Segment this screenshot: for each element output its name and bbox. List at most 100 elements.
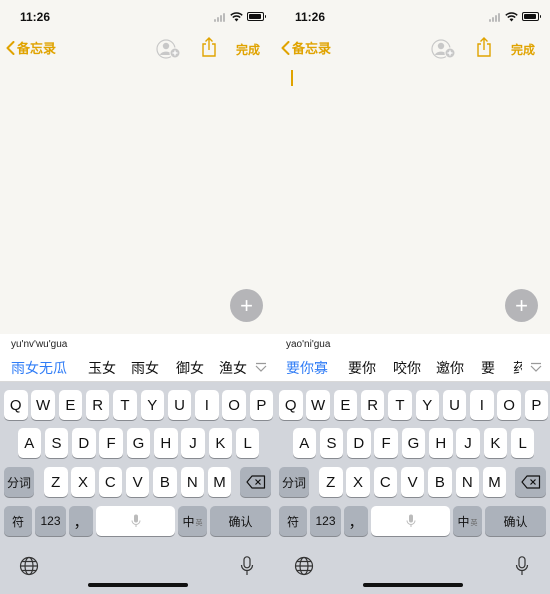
key-v[interactable]: V xyxy=(125,467,150,497)
key-j[interactable]: J xyxy=(456,428,480,458)
dictation-icon[interactable] xyxy=(240,556,254,576)
key-o[interactable]: O xyxy=(222,390,246,420)
key-n[interactable]: N xyxy=(180,467,204,497)
key-i[interactable]: I xyxy=(470,390,494,420)
candidate-item[interactable]: 渔女 xyxy=(219,358,247,378)
microphone-icon xyxy=(131,514,140,527)
key-v[interactable]: V xyxy=(400,467,425,497)
en-label: 英 xyxy=(195,520,203,527)
key-i[interactable]: I xyxy=(195,390,219,420)
key-t[interactable]: T xyxy=(388,390,412,420)
key-a[interactable]: A xyxy=(292,428,316,458)
candidate-item[interactable]: 御女 xyxy=(176,358,204,378)
back-button[interactable]: 备忘录 xyxy=(6,38,56,57)
language-switch-key[interactable]: 中英 xyxy=(453,506,482,536)
candidate-item[interactable]: 雨女无瓜 xyxy=(11,358,67,378)
key-f[interactable]: F xyxy=(99,428,123,458)
key-f[interactable]: F xyxy=(374,428,398,458)
status-time: 11:26 xyxy=(20,10,51,24)
key-z[interactable]: Z xyxy=(319,467,343,497)
language-switch-key[interactable]: 中英 xyxy=(178,506,207,536)
key-x[interactable]: X xyxy=(346,467,370,497)
key-c[interactable]: C xyxy=(98,467,123,497)
space-key[interactable] xyxy=(371,506,450,536)
key-o[interactable]: O xyxy=(497,390,521,420)
key-x[interactable]: X xyxy=(71,467,95,497)
key-d[interactable]: D xyxy=(347,428,371,458)
key-w[interactable]: W xyxy=(306,390,330,420)
backspace-key[interactable] xyxy=(515,467,546,497)
add-people-icon[interactable] xyxy=(156,38,182,60)
key-t[interactable]: T xyxy=(113,390,137,420)
key-n[interactable]: N xyxy=(455,467,479,497)
punctuation-key[interactable]: ， xyxy=(69,506,93,536)
candidate-item[interactable]: 玉女 xyxy=(88,358,116,378)
key-s[interactable]: S xyxy=(319,428,344,458)
key-b[interactable]: B xyxy=(153,467,177,497)
backspace-key[interactable] xyxy=(240,467,271,497)
space-key[interactable] xyxy=(96,506,175,536)
globe-icon[interactable] xyxy=(19,556,39,576)
key-g[interactable]: G xyxy=(126,428,151,458)
backspace-icon xyxy=(520,475,540,489)
wifi-icon xyxy=(505,12,518,22)
key-l[interactable]: L xyxy=(235,428,260,458)
symbols-key[interactable]: 符 xyxy=(279,506,307,536)
key-m[interactable]: M xyxy=(207,467,232,497)
candidate-item[interactable]: 邀你 xyxy=(436,358,464,378)
key-l[interactable]: L xyxy=(510,428,535,458)
key-w[interactable]: W xyxy=(31,390,55,420)
key-k[interactable]: K xyxy=(483,428,508,458)
numbers-key[interactable]: 123 xyxy=(310,506,341,536)
key-u[interactable]: U xyxy=(442,390,467,420)
candidate-item[interactable]: 要你寡 xyxy=(286,358,328,378)
key-u[interactable]: U xyxy=(167,390,192,420)
fenci-key[interactable]: 分词 xyxy=(4,467,34,497)
punctuation-key[interactable]: ， xyxy=(344,506,368,536)
candidate-item[interactable]: 咬你 xyxy=(393,358,421,378)
done-button[interactable]: 完成 xyxy=(236,41,260,58)
key-z[interactable]: Z xyxy=(44,467,68,497)
expand-candidates-button[interactable] xyxy=(247,352,275,381)
candidate-item[interactable]: 要 xyxy=(481,358,495,378)
add-button[interactable]: + xyxy=(505,289,538,322)
key-y[interactable]: Y xyxy=(415,390,439,420)
candidate-item[interactable]: 雨女 xyxy=(131,358,159,378)
key-m[interactable]: M xyxy=(482,467,507,497)
key-j[interactable]: J xyxy=(181,428,205,458)
key-d[interactable]: D xyxy=(72,428,96,458)
key-a[interactable]: A xyxy=(17,428,41,458)
expand-candidates-button[interactable] xyxy=(522,352,550,381)
key-y[interactable]: Y xyxy=(140,390,164,420)
done-button[interactable]: 完成 xyxy=(511,41,535,58)
key-q[interactable]: Q xyxy=(279,390,303,420)
share-icon[interactable] xyxy=(200,36,218,58)
key-h[interactable]: H xyxy=(429,428,453,458)
globe-icon[interactable] xyxy=(294,556,314,576)
key-c[interactable]: C xyxy=(373,467,398,497)
add-people-icon[interactable] xyxy=(431,38,457,60)
key-g[interactable]: G xyxy=(401,428,426,458)
key-s[interactable]: S xyxy=(44,428,69,458)
key-p[interactable]: P xyxy=(249,390,274,420)
key-r[interactable]: R xyxy=(360,390,385,420)
key-e[interactable]: E xyxy=(333,390,358,420)
symbols-key[interactable]: 符 xyxy=(4,506,32,536)
confirm-key[interactable]: 确认 xyxy=(210,506,271,536)
key-h[interactable]: H xyxy=(154,428,178,458)
key-b[interactable]: B xyxy=(428,467,452,497)
key-k[interactable]: K xyxy=(208,428,233,458)
back-button[interactable]: 备忘录 xyxy=(281,38,331,57)
nav-bar: 备忘录 完成 xyxy=(0,34,275,64)
dictation-icon[interactable] xyxy=(515,556,529,576)
key-q[interactable]: Q xyxy=(4,390,28,420)
key-r[interactable]: R xyxy=(85,390,110,420)
fenci-key[interactable]: 分词 xyxy=(279,467,309,497)
add-button[interactable]: + xyxy=(230,289,263,322)
key-e[interactable]: E xyxy=(58,390,83,420)
share-icon[interactable] xyxy=(475,36,493,58)
candidate-item[interactable]: 要你 xyxy=(348,358,376,378)
key-p[interactable]: P xyxy=(524,390,549,420)
confirm-key[interactable]: 确认 xyxy=(485,506,546,536)
numbers-key[interactable]: 123 xyxy=(35,506,66,536)
